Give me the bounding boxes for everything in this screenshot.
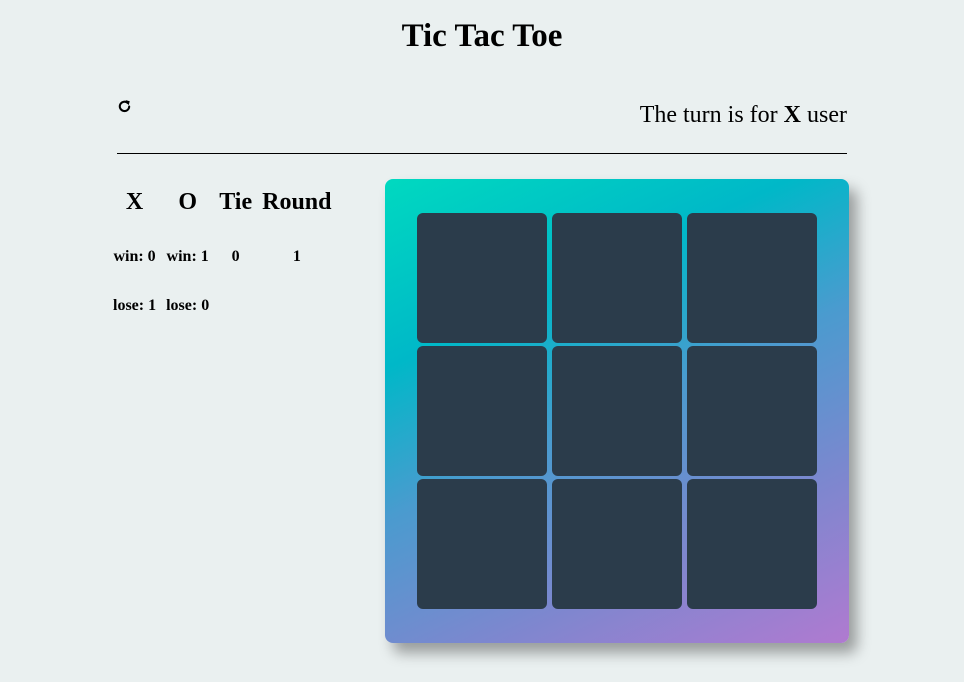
board-cell-6[interactable] [687,346,817,476]
board-cell-1[interactable] [417,213,547,343]
score-row-wins: win: 0 win: 1 0 1 [108,232,337,281]
x-lose: lose: 1 [113,296,157,314]
board-cell-2[interactable] [552,213,682,343]
turn-prefix: The turn is for [639,102,778,128]
board-cell-9[interactable] [687,479,817,609]
o-win: win: 1 [166,247,209,265]
header-o: O [178,189,197,215]
header-x: X [125,189,144,215]
divider [117,153,847,154]
board-cell-7[interactable] [417,479,547,609]
board-cell-4[interactable] [417,346,547,476]
scoreboard: X O Tie Round win: 0 win: 1 0 1 lose: 1 … [108,182,337,330]
o-lose: lose: 0 [166,296,210,314]
score-row-losses: lose: 1 lose: 0 [108,281,337,330]
refresh-icon [118,99,130,112]
board-cell-3[interactable] [687,213,817,343]
board-grid [417,213,817,609]
board-cell-5[interactable] [552,346,682,476]
board-cell-8[interactable] [552,479,682,609]
turn-suffix: user [807,102,847,128]
turn-player: X [783,102,802,128]
page-title: Tic Tac Toe [401,18,563,54]
game-board [385,179,849,643]
reset-button[interactable] [114,96,134,116]
header-tie: Tie [219,189,253,215]
x-win: win: 0 [113,247,156,265]
header-round: Round [262,189,332,215]
tie-count: 0 [231,247,240,265]
round-count: 1 [292,247,301,265]
empty-cell [214,281,257,330]
empty-cell [257,281,336,330]
turn-indicator: The turn is for X user [640,100,847,130]
